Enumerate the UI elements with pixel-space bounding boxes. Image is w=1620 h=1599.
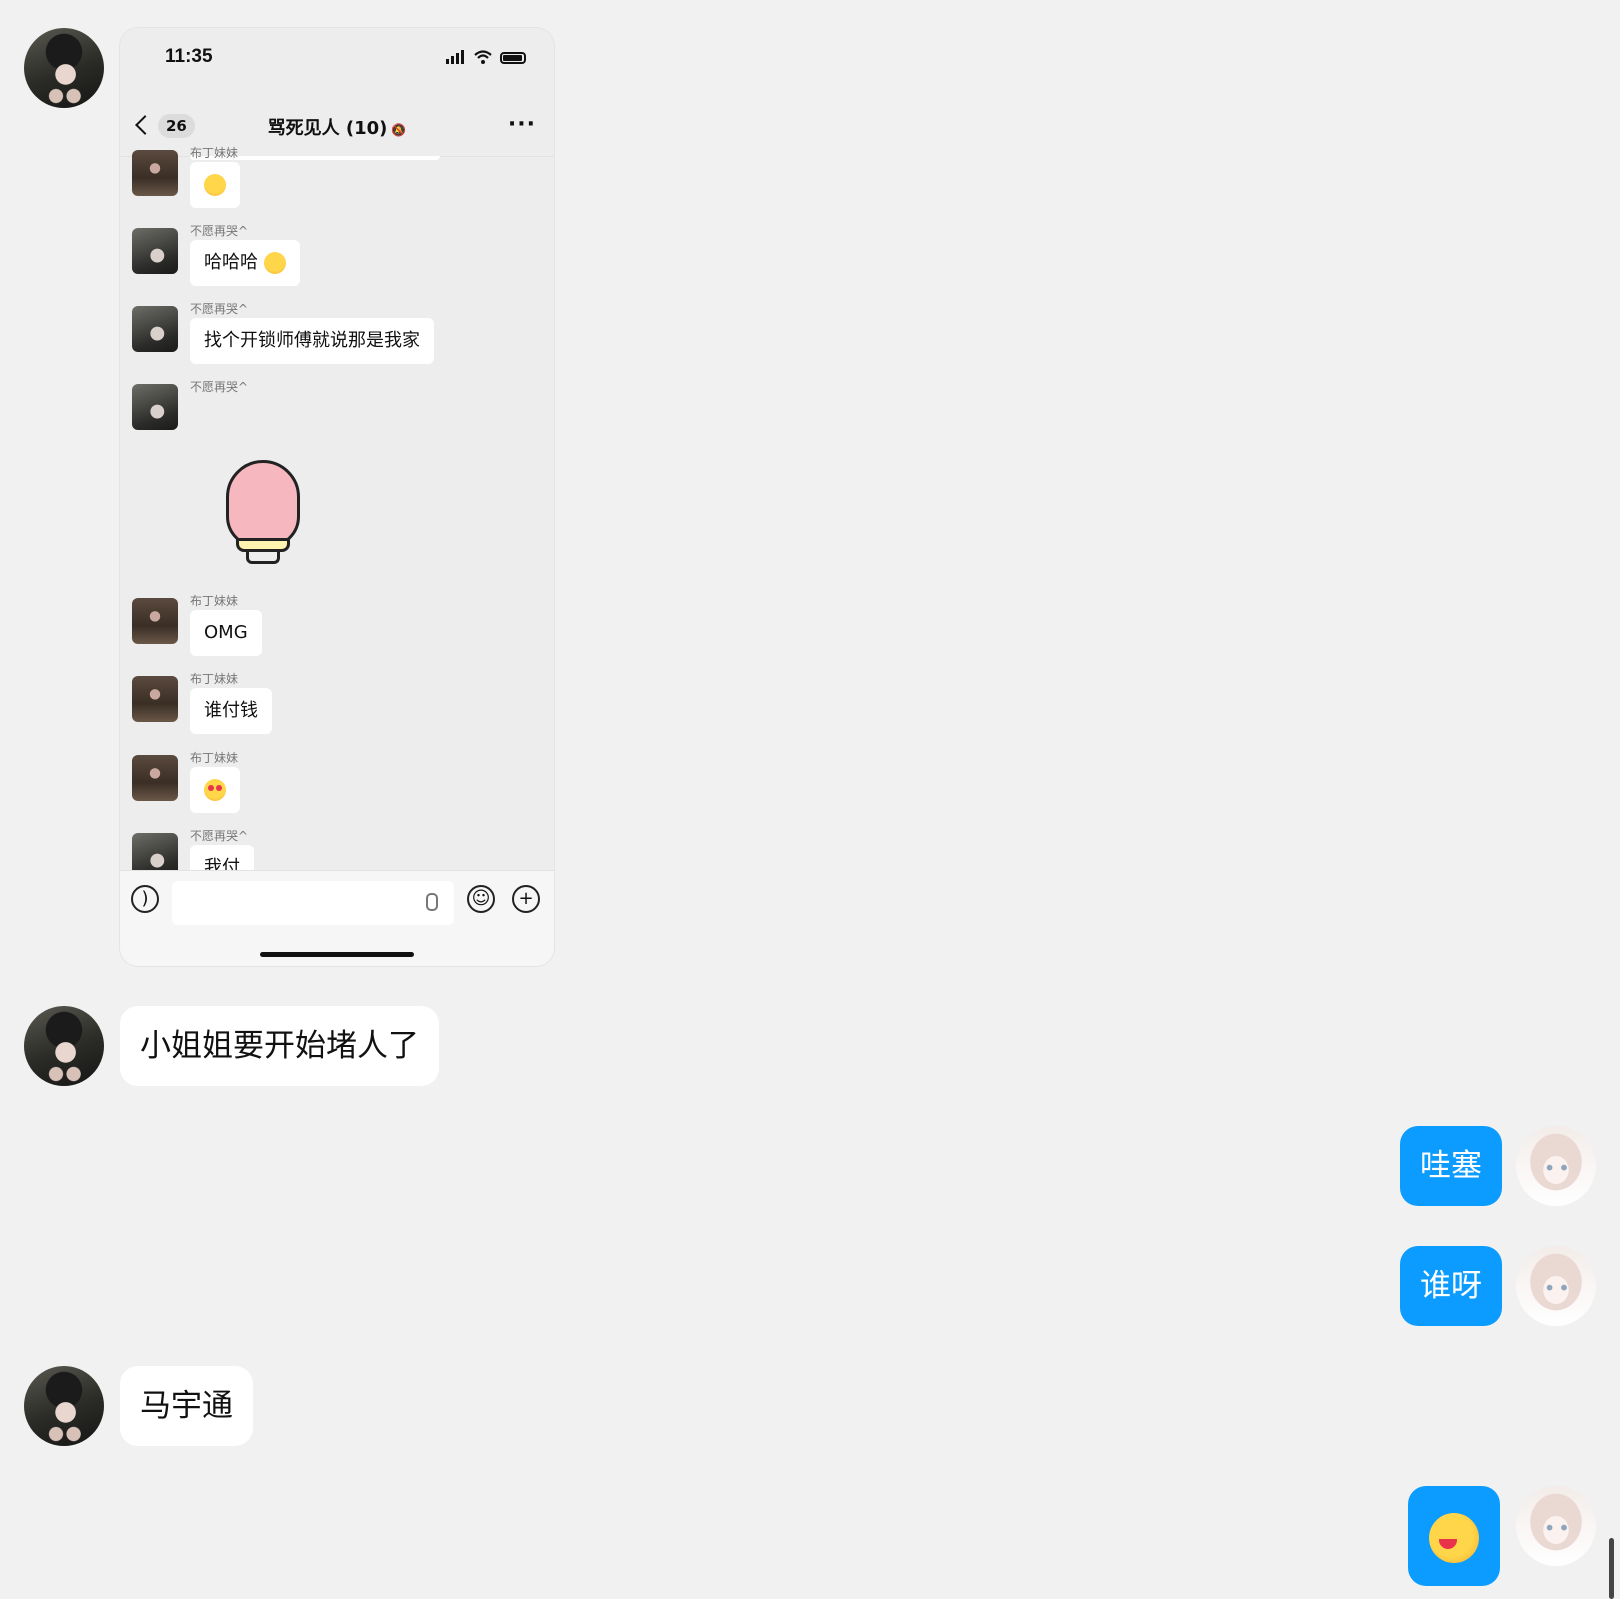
plus-icon: + bbox=[512, 885, 540, 913]
emoji-icon: ☺ bbox=[467, 885, 495, 913]
contact-avatar[interactable] bbox=[24, 1366, 104, 1446]
chat-title-text: 骂死见人 (10) bbox=[267, 118, 388, 139]
sender-name: 布丁妹妹 bbox=[190, 672, 239, 686]
wifi-icon bbox=[474, 50, 492, 64]
message-bubble: OMG bbox=[190, 610, 262, 656]
message-input bbox=[172, 881, 454, 925]
mic-icon bbox=[426, 893, 438, 911]
laughing-emoji-icon bbox=[1429, 1512, 1479, 1563]
heart-eyes-emoji-icon bbox=[204, 779, 226, 801]
flushed-emoji-icon bbox=[204, 174, 226, 196]
contact-avatar[interactable] bbox=[24, 1006, 104, 1086]
sender-name: 不愿再哭^ bbox=[190, 829, 249, 843]
chat-header: 26 骂死见人 (10) 🔕 ··· bbox=[120, 100, 554, 157]
member-avatar bbox=[132, 755, 178, 801]
shared-screenshot-image[interactable]: 11:35 26 骂死见人 (10) 🔕 ··· 布丁妹妹 不愿再哭^ 哈哈哈 不… bbox=[120, 28, 554, 966]
message-bubble-outgoing[interactable]: 谁呀 bbox=[1400, 1246, 1502, 1326]
my-avatar[interactable] bbox=[1516, 1126, 1596, 1206]
message-bubble-incoming[interactable]: 小姐姐要开始堵人了 bbox=[120, 1006, 439, 1086]
battery-icon bbox=[500, 52, 526, 64]
member-avatar bbox=[132, 676, 178, 722]
scrollbar[interactable] bbox=[1609, 1538, 1614, 1599]
contact-avatar[interactable] bbox=[24, 28, 104, 108]
sender-name: 不愿再哭^ bbox=[190, 224, 249, 238]
home-indicator bbox=[260, 952, 414, 957]
status-icons bbox=[446, 48, 526, 64]
my-avatar[interactable] bbox=[1516, 1486, 1596, 1566]
voice-icon: ) bbox=[131, 885, 159, 913]
member-avatar bbox=[132, 598, 178, 644]
member-avatar bbox=[132, 150, 178, 196]
chat-title: 骂死见人 (10) 🔕 bbox=[120, 114, 554, 140]
mute-icon: 🔕 bbox=[391, 123, 407, 137]
member-avatar bbox=[132, 384, 178, 430]
sender-name: 布丁妹妹 bbox=[190, 594, 239, 608]
message-bubble-outgoing[interactable]: 哇塞 bbox=[1400, 1126, 1502, 1206]
sender-name: 不愿再哭^ bbox=[190, 302, 249, 316]
message-bubble-outgoing[interactable] bbox=[1408, 1486, 1500, 1586]
message-bubble: 谁付钱 bbox=[190, 688, 272, 734]
input-bar: ) ☺ + bbox=[120, 870, 554, 966]
message-bubble: 哈哈哈 bbox=[190, 240, 300, 286]
member-avatar bbox=[132, 306, 178, 352]
sender-name: 布丁妹妹 bbox=[190, 146, 239, 160]
rofl-emoji-icon bbox=[263, 252, 286, 274]
message-text: 哈哈哈 bbox=[204, 252, 258, 273]
message-bubble bbox=[190, 767, 240, 813]
pink-sticker bbox=[222, 460, 304, 570]
message-bubble-incoming[interactable]: 马宇通 bbox=[120, 1366, 253, 1446]
signal-icon bbox=[446, 45, 466, 64]
status-time: 11:35 bbox=[165, 46, 213, 67]
message-bubble: 找个开锁师傅就说那是我家 bbox=[190, 318, 434, 364]
member-avatar bbox=[132, 228, 178, 274]
sender-name: 不愿再哭^ bbox=[190, 380, 249, 394]
message-bubble bbox=[190, 162, 240, 208]
more-icon: ··· bbox=[507, 112, 536, 137]
my-avatar[interactable] bbox=[1516, 1246, 1596, 1326]
sender-name: 布丁妹妹 bbox=[190, 751, 239, 765]
